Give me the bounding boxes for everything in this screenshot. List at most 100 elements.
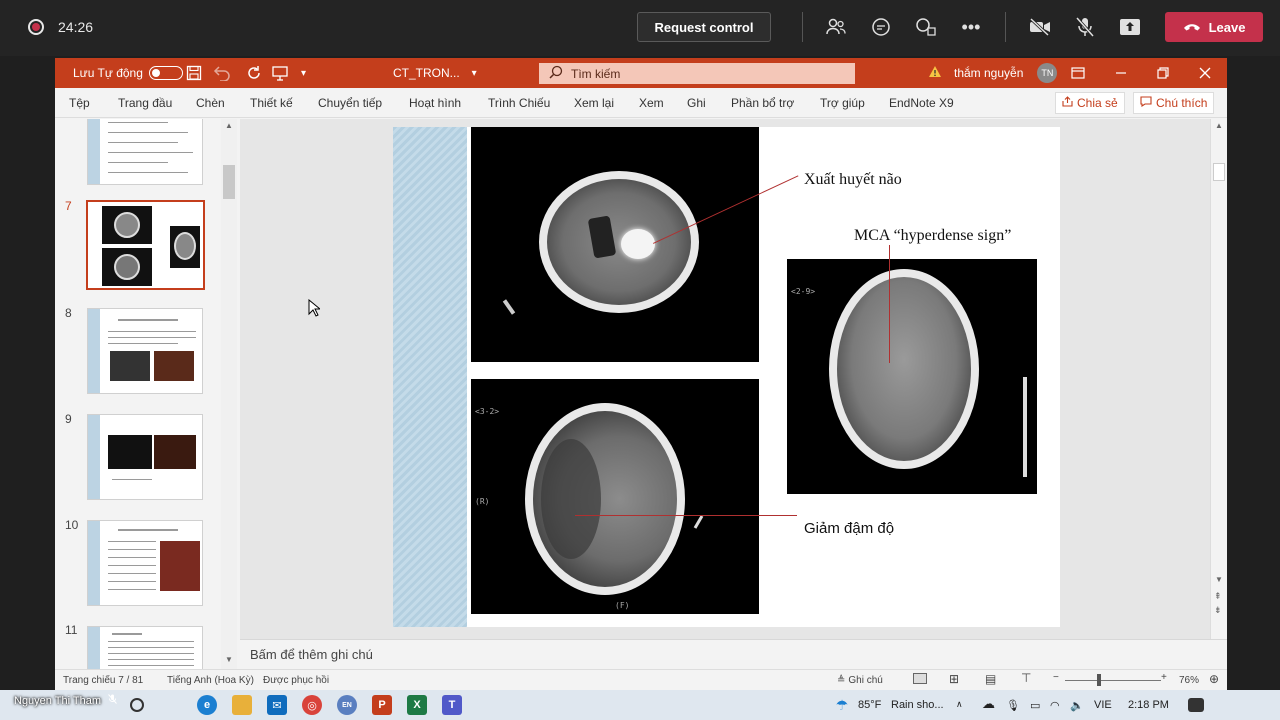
chrome-icon[interactable]: ◎ bbox=[302, 695, 322, 715]
share-icon bbox=[1062, 96, 1073, 110]
close-icon[interactable] bbox=[1199, 58, 1211, 88]
redo-icon[interactable] bbox=[246, 58, 262, 88]
tab-animations[interactable]: Hoạt hình bbox=[409, 96, 461, 110]
zoom-in-icon[interactable]: + bbox=[1161, 672, 1167, 683]
tab-transitions[interactable]: Chuyển tiếp bbox=[318, 96, 382, 110]
reactions-icon[interactable] bbox=[913, 14, 939, 40]
slide-thumbnail[interactable] bbox=[87, 308, 203, 394]
tab-view[interactable]: Xem bbox=[639, 96, 664, 110]
scroll-down-icon[interactable]: ▼ bbox=[225, 655, 233, 664]
powerpoint-icon[interactable]: P bbox=[372, 695, 392, 715]
slide-thumbnail[interactable] bbox=[87, 626, 203, 669]
participants-icon[interactable] bbox=[823, 14, 849, 40]
customize-toolbar-icon[interactable]: ▾ bbox=[301, 58, 306, 88]
fit-slide-icon[interactable]: ⊕ bbox=[1209, 672, 1219, 686]
minimize-icon[interactable] bbox=[1115, 58, 1127, 88]
show-hidden-icons[interactable]: ∧ bbox=[956, 699, 963, 710]
previous-slide-icon[interactable]: ⇞ bbox=[1214, 591, 1222, 602]
clock-time[interactable]: 2:18 PM bbox=[1128, 699, 1169, 711]
share-screen-icon[interactable] bbox=[1117, 14, 1143, 40]
undo-icon[interactable] bbox=[212, 58, 234, 88]
tab-record[interactable]: Ghi bbox=[687, 96, 706, 110]
tab-insert[interactable]: Chèn bbox=[196, 96, 225, 110]
share-button[interactable]: Chia sẻ bbox=[1055, 92, 1125, 114]
scroll-up-icon[interactable]: ▲ bbox=[225, 121, 233, 130]
slideshow-view-icon[interactable]: ⊤ bbox=[1021, 671, 1031, 685]
notes-input[interactable]: Bấm để thêm ghi chú bbox=[240, 639, 1227, 669]
zoom-level[interactable]: 76% bbox=[1179, 675, 1199, 686]
presenter-name: Nguyen Thi Tham bbox=[14, 694, 117, 707]
tab-endnote[interactable]: EndNote X9 bbox=[889, 96, 954, 110]
zoom-slider[interactable] bbox=[1065, 680, 1161, 681]
tab-file[interactable]: Tệp bbox=[69, 96, 90, 110]
scrollbar-thumb[interactable] bbox=[223, 165, 235, 199]
slide-sorter-icon[interactable]: ⊞ bbox=[949, 672, 959, 686]
more-options-icon[interactable]: ••• bbox=[958, 14, 984, 40]
file-name[interactable]: CT_TRON... ▾ bbox=[393, 58, 477, 88]
tab-review[interactable]: Xem lại bbox=[574, 96, 614, 110]
weather-icon[interactable]: ☂ bbox=[832, 695, 852, 715]
network-icon[interactable]: ▭ bbox=[1030, 699, 1040, 712]
weather-desc[interactable]: Rain sho... bbox=[891, 699, 944, 711]
slide-number: 10 bbox=[65, 518, 79, 532]
slide-number: 11 bbox=[65, 623, 78, 637]
normal-view-icon[interactable] bbox=[913, 673, 927, 684]
file-explorer-icon[interactable] bbox=[232, 695, 252, 715]
ct-series-label: <3-2> bbox=[475, 407, 500, 416]
excel-icon[interactable]: X bbox=[407, 695, 427, 715]
search-input[interactable]: Tìm kiếm bbox=[539, 63, 855, 84]
slide-thumbnail-selected[interactable] bbox=[86, 200, 205, 290]
weather-temp[interactable]: 85°F bbox=[858, 699, 881, 711]
tab-home[interactable]: Trang đầu bbox=[118, 96, 172, 110]
request-control-button[interactable]: Request control bbox=[637, 12, 771, 42]
cloud-icon[interactable]: ☁ bbox=[982, 696, 995, 712]
comments-button[interactable]: Chú thích bbox=[1133, 92, 1215, 114]
language-status[interactable]: Tiếng Anh (Hoa Kỳ) bbox=[167, 675, 254, 686]
input-language[interactable]: VIE bbox=[1094, 699, 1112, 711]
save-icon[interactable] bbox=[186, 58, 202, 88]
chat-icon[interactable] bbox=[868, 14, 894, 40]
zoom-out-icon[interactable]: − bbox=[1053, 672, 1059, 683]
tab-slideshow[interactable]: Trình Chiếu bbox=[488, 96, 550, 110]
search-placeholder: Tìm kiếm bbox=[571, 66, 621, 81]
next-slide-icon[interactable]: ⇟ bbox=[1214, 605, 1222, 616]
scrollbar-thumb[interactable] bbox=[1213, 163, 1225, 181]
scroll-down-icon[interactable]: ▼ bbox=[1215, 575, 1223, 584]
reading-view-icon[interactable]: ▤ bbox=[985, 672, 996, 686]
recording-icon bbox=[28, 19, 44, 35]
warning-icon bbox=[928, 65, 942, 81]
wifi-icon[interactable]: ◠ bbox=[1050, 699, 1060, 712]
arrow-hypodensity bbox=[575, 515, 797, 516]
status-bar: Trang chiếu 7 / 81 Tiếng Anh (Hoa Kỳ) Đư… bbox=[55, 669, 1227, 690]
slide-thumbnail[interactable] bbox=[87, 520, 203, 606]
scroll-up-icon[interactable]: ▲ bbox=[1215, 121, 1223, 130]
current-slide[interactable]: <2-9> <3-2> (R) (F) Xuất huyết não MCA “… bbox=[393, 127, 1060, 627]
zoom-slider-thumb[interactable] bbox=[1097, 674, 1101, 686]
autosave-toggle[interactable] bbox=[148, 66, 183, 80]
notes-toggle-button[interactable]: ≜ Ghi chú bbox=[837, 675, 883, 686]
leave-button[interactable]: Leave bbox=[1165, 12, 1263, 42]
present-icon[interactable] bbox=[272, 58, 288, 88]
tab-help[interactable]: Trợ giúp bbox=[820, 96, 865, 110]
divider bbox=[802, 12, 803, 42]
mic-icon[interactable]: 🎙 bbox=[1006, 699, 1020, 712]
restore-icon[interactable] bbox=[1157, 58, 1169, 88]
mail-icon[interactable]: ✉ bbox=[267, 695, 287, 715]
slide-thumbnail[interactable] bbox=[87, 119, 203, 185]
tab-design[interactable]: Thiết kế bbox=[250, 96, 293, 110]
slide-thumbnail[interactable] bbox=[87, 414, 203, 500]
account[interactable]: thắm nguyễn TN bbox=[928, 58, 1058, 88]
task-view-icon[interactable] bbox=[130, 698, 144, 712]
ribbon-display-icon[interactable] bbox=[1071, 58, 1085, 88]
teams-icon[interactable]: T bbox=[442, 695, 462, 715]
volume-icon[interactable]: 🔈 bbox=[1070, 699, 1084, 712]
thumbnails-scrollbar[interactable]: ▲ ▼ bbox=[221, 119, 237, 669]
camera-off-icon[interactable] bbox=[1027, 14, 1053, 40]
endnote-icon[interactable]: EN bbox=[337, 695, 357, 715]
edge-icon[interactable]: e bbox=[197, 695, 217, 715]
autosave[interactable]: Lưu Tự động bbox=[73, 58, 183, 88]
slide-scrollbar[interactable]: ▲ ▼ ⇞ ⇟ bbox=[1210, 119, 1227, 639]
notifications-icon[interactable] bbox=[1188, 698, 1204, 712]
tab-addins[interactable]: Phần bổ trợ bbox=[731, 96, 794, 110]
mic-off-icon[interactable] bbox=[1072, 14, 1098, 40]
